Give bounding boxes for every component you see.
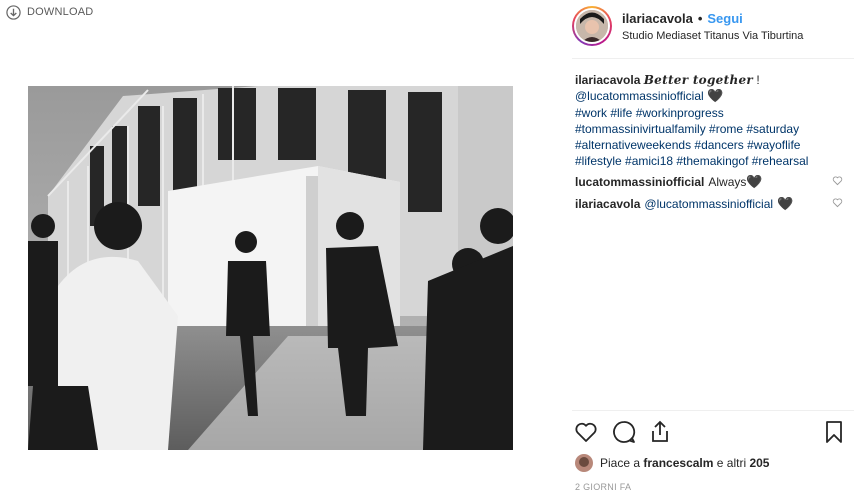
post-photo[interactable] — [28, 86, 513, 450]
likes-count[interactable]: 205 — [749, 456, 769, 470]
download-button[interactable]: DOWNLOAD — [6, 4, 93, 20]
post-image — [28, 86, 513, 450]
comment-username[interactable]: lucatommassiniofficial — [575, 175, 704, 189]
comment-item: lucatommassiniofficial Always 🖤 — [575, 174, 843, 190]
comment-mention[interactable]: @lucatommassiniofficial — [644, 197, 773, 211]
share-icon[interactable] — [647, 419, 673, 445]
caption-mention[interactable]: @lucatommassiniofficial — [575, 89, 704, 103]
header-divider — [572, 58, 854, 59]
like-comment-icon[interactable] — [832, 175, 843, 186]
liker-avatar[interactable] — [575, 454, 593, 472]
post-header: ilariacavola • Segui Studio Mediaset Tit… — [572, 2, 854, 50]
post-caption: ilariacavola Better together ! @lucatomm… — [575, 72, 837, 170]
likes-prefix: Piace a — [600, 456, 641, 470]
download-label: DOWNLOAD — [27, 6, 94, 18]
download-circle-icon — [6, 4, 21, 20]
black-heart-icon: 🖤 — [746, 174, 763, 189]
author-username[interactable]: ilariacavola — [622, 11, 693, 26]
post-timestamp[interactable]: 2 GIORNI FA — [575, 482, 631, 492]
likes-summary: Piace a francescalm e altri 205 — [575, 453, 769, 473]
caption-text: Better together — [643, 73, 754, 87]
hashtag-line[interactable]: #work #life #workinprogress — [575, 105, 837, 121]
likes-suffix: e altri — [716, 456, 747, 470]
heart-icon[interactable] — [573, 419, 599, 445]
follow-button[interactable]: Segui — [707, 11, 742, 26]
black-heart-icon: 🖤 — [777, 196, 794, 211]
hashtag-line[interactable]: #alternativeweekends #dancers #wayoflife — [575, 137, 837, 153]
comment-username[interactable]: ilariacavola — [575, 197, 640, 211]
author-avatar[interactable] — [572, 6, 612, 46]
actions-divider — [572, 410, 854, 411]
post-location[interactable]: Studio Mediaset Titanus Via Tiburtina — [622, 30, 803, 42]
avatar-image — [576, 10, 608, 42]
bookmark-icon[interactable] — [821, 419, 847, 445]
hashtag-line[interactable]: #lifestyle #amici18 #themakingof #rehear… — [575, 153, 837, 169]
comment-item: ilariacavola @lucatommassiniofficial 🖤 — [575, 196, 843, 212]
hashtag-line[interactable]: #tommassinivirtualfamily #rome #saturday — [575, 121, 837, 137]
liker-username[interactable]: francescalm — [643, 456, 713, 470]
caption-exclamation: ! — [756, 73, 760, 87]
comment-text: Always — [708, 175, 747, 189]
caption-username[interactable]: ilariacavola — [575, 73, 640, 87]
like-comment-icon[interactable] — [832, 197, 843, 208]
comment-icon[interactable] — [611, 419, 637, 445]
black-heart-icon: 🖤 — [707, 88, 724, 104]
post-actions — [573, 419, 847, 445]
separator-dot: • — [697, 10, 703, 26]
